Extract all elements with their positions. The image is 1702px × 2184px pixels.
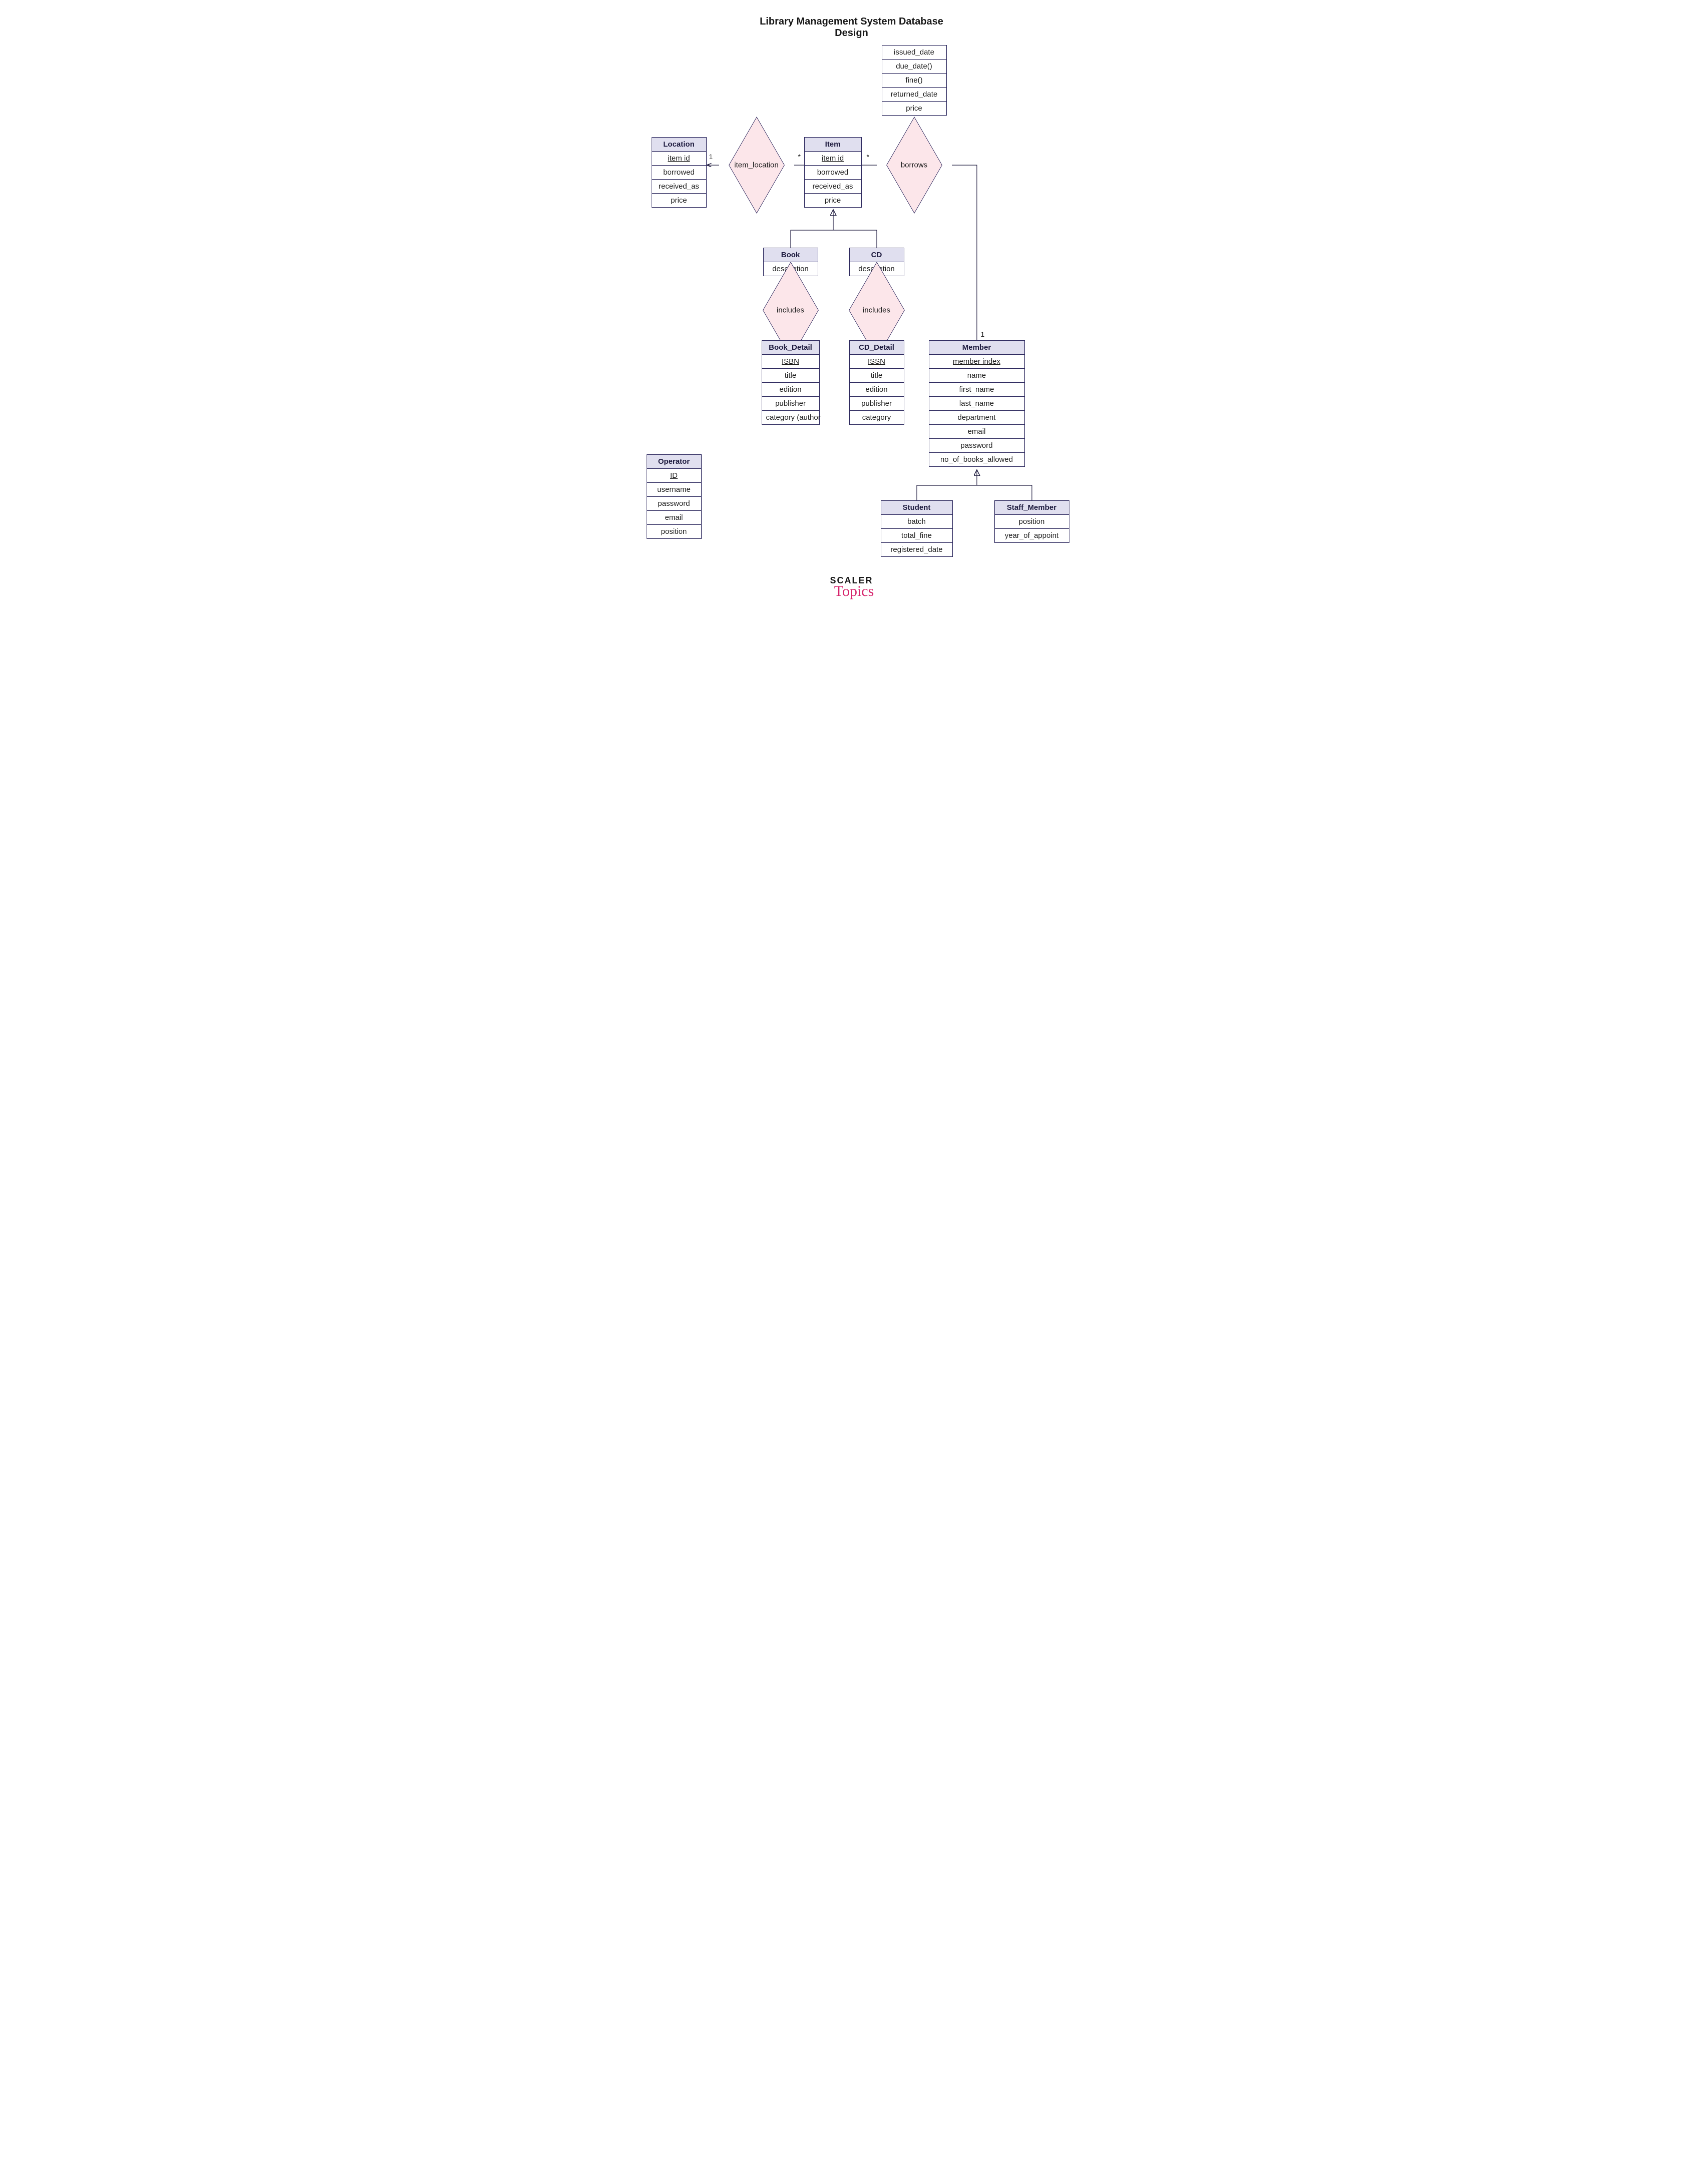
entity-book-detail-attr-0: ISBN [762,354,819,368]
entity-cd-detail-attr-3: publisher [850,396,904,410]
entity-student: Student batch total_fine registered_date [881,500,953,557]
entity-book-detail: Book_Detail ISBN title edition publisher… [762,340,820,425]
relationship-includes-cd: includes [839,295,914,325]
cardinality-member: 1 [981,330,985,338]
entity-operator-attr-1: username [647,482,701,496]
entity-book-detail-header: Book_Detail [762,341,819,354]
entity-student-attr-1: total_fine [881,528,952,542]
scaler-topics-logo: SCALER Topics [822,575,882,600]
cardinality-location: 1 [709,153,713,161]
entity-book-header: Book [764,248,818,262]
entity-staff-attr-0: position [995,514,1069,528]
entity-book-detail-attr-2: edition [762,382,819,396]
entity-book-detail-attr-3: publisher [762,396,819,410]
entity-cd-detail-attr-4: category [850,410,904,424]
attr-issued-date: issued_date [882,46,946,59]
entity-member-attr-6: password [929,438,1024,452]
entity-student-attr-2: registered_date [881,542,952,556]
entity-operator: Operator ID username password email posi… [647,454,702,539]
entity-book-detail-attr-1: title [762,368,819,382]
relationship-includes-book-label: includes [777,306,804,315]
entity-location-header: Location [652,138,706,151]
entity-cd-detail-attr-1: title [850,368,904,382]
entity-staff-header: Staff_Member [995,501,1069,514]
entity-item-attr-0: item id [805,151,861,165]
entity-student-attr-0: batch [881,514,952,528]
relationship-includes-cd-label: includes [863,306,890,315]
attr-due-date: due_date() [882,59,946,73]
diagram-title: Library Management System Database Desig… [747,16,957,39]
entity-member-header: Member [929,341,1024,354]
relationship-item-location-label: item_location [734,161,778,170]
entity-member-attr-7: no_of_books_allowed [929,452,1024,466]
attr-price: price [882,101,946,115]
entity-cd-header: CD [850,248,904,262]
entity-student-header: Student [881,501,952,514]
entity-staff-member: Staff_Member position year_of_appoint [994,500,1069,543]
entity-cd-detail-attr-2: edition [850,382,904,396]
entity-item-header: Item [805,138,861,151]
entity-operator-attr-4: position [647,524,701,538]
borrows-attribute-block: issued_date due_date() fine() returned_d… [882,45,947,116]
entity-item-attr-2: received_as [805,179,861,193]
entity-member-attr-4: department [929,410,1024,424]
cardinality-item-loc: * [798,153,801,161]
entity-cd-detail-attr-0: ISSN [850,354,904,368]
relationship-item-location: item_location [719,150,794,180]
entity-member-attr-3: last_name [929,396,1024,410]
relationship-includes-book: includes [753,295,828,325]
entity-cd-detail: CD_Detail ISSN title edition publisher c… [849,340,904,425]
entity-member-attr-5: email [929,424,1024,438]
entity-operator-attr-2: password [647,496,701,510]
entity-cd-detail-header: CD_Detail [850,341,904,354]
attr-fine: fine() [882,73,946,87]
attr-returned-date: returned_date [882,87,946,101]
er-diagram-canvas: Library Management System Database Desig… [607,0,1096,628]
entity-operator-header: Operator [647,455,701,468]
entity-operator-attr-3: email [647,510,701,524]
entity-item: Item item id borrowed received_as price [804,137,862,208]
entity-staff-attr-1: year_of_appoint [995,528,1069,542]
entity-member-attr-2: first_name [929,382,1024,396]
entity-location-attr-1: borrowed [652,165,706,179]
entity-location-attr-0: item id [652,151,706,165]
relationship-borrows: borrows [877,150,952,180]
cardinality-item-borrows: * [867,153,869,161]
entity-member: Member member index name first_name last… [929,340,1025,467]
entity-location-attr-2: received_as [652,179,706,193]
entity-member-attr-0: member index [929,354,1024,368]
entity-operator-attr-0: ID [647,468,701,482]
entity-location: Location item id borrowed received_as pr… [652,137,707,208]
entity-book-detail-attr-4: category (author [762,410,819,424]
entity-location-attr-3: price [652,193,706,207]
entity-item-attr-3: price [805,193,861,207]
entity-member-attr-1: name [929,368,1024,382]
entity-item-attr-1: borrowed [805,165,861,179]
relationship-borrows-label: borrows [901,161,927,170]
